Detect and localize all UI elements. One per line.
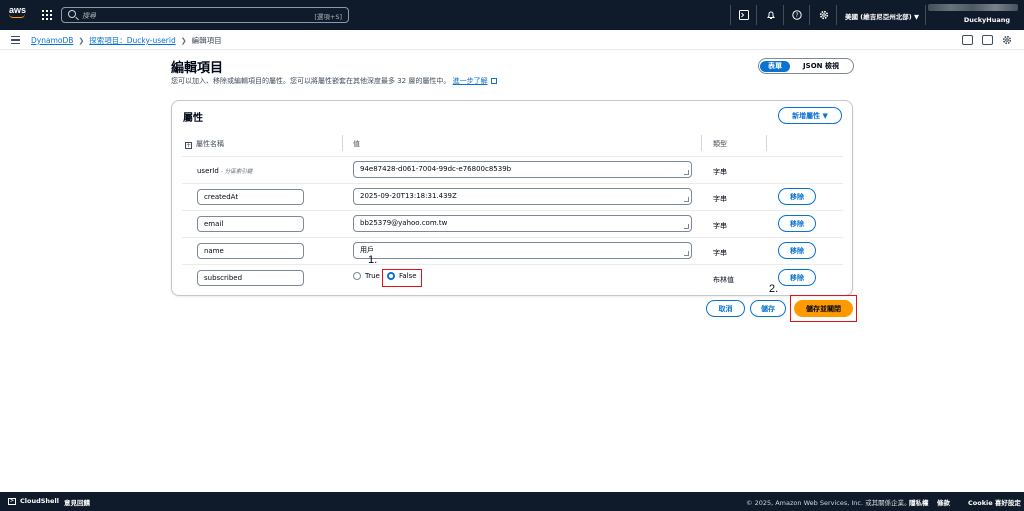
gear-icon[interactable] bbox=[818, 9, 829, 20]
add-attribute-label: 新增屬性 bbox=[792, 111, 821, 120]
remove-button[interactable]: 移除 bbox=[778, 269, 816, 286]
learn-more-link[interactable]: 進一步了解 bbox=[453, 77, 488, 85]
aws-logo[interactable]: aws bbox=[9, 6, 29, 23]
bell-icon[interactable] bbox=[765, 9, 776, 20]
column-type: 類型 bbox=[713, 140, 727, 148]
breadcrumb: DynamoDB ❯ 探索項目：Ducky-userid ❯ 編輯項目 bbox=[31, 35, 222, 46]
partition-key-hint: - 分區索引鍵 bbox=[221, 169, 253, 175]
table-header: + 屬性名稱 值 類型 bbox=[182, 131, 843, 157]
search-input[interactable]: 搜尋 [選項+S] bbox=[61, 7, 349, 23]
feedback-link[interactable]: 意見回饋 bbox=[64, 497, 90, 507]
cloudshell-icon[interactable] bbox=[738, 9, 749, 20]
page-description: 您可以加入、移除或編輯項目的屬性。您可以將屬性嵌套在其他深度最多 32 層的屬性… bbox=[171, 76, 497, 86]
remove-button[interactable]: 移除 bbox=[778, 215, 816, 232]
attributes-panel: 屬性 新增屬性 ▼ + 屬性名稱 值 類型 userId - 分區索引鍵 94e8… bbox=[171, 100, 853, 296]
region-selector[interactable]: 美國 (維吉尼亞州北部) ▼ bbox=[845, 11, 919, 21]
table-row: email bb25379@yahoo.com.tw 字串 移除 bbox=[182, 211, 843, 238]
privacy-link[interactable]: 隱私權 bbox=[909, 497, 929, 507]
attribute-name-input[interactable]: createdAt bbox=[197, 189, 304, 205]
remove-button[interactable]: 移除 bbox=[778, 242, 816, 259]
type-label: 布林值 bbox=[713, 276, 734, 284]
aws-logo-text: aws bbox=[9, 5, 27, 15]
view-toggle: 表單 JSON 檢視 bbox=[758, 58, 854, 74]
breadcrumb-bar: DynamoDB ❯ 探索項目：Ducky-userid ❯ 編輯項目 bbox=[0, 30, 1024, 50]
feedback-icon[interactable] bbox=[962, 35, 973, 45]
terminal-icon: > bbox=[8, 497, 16, 505]
breadcrumb-current: 編輯項目 bbox=[191, 36, 222, 45]
footer: > CloudShell 意見回饋 © 2025, Amazon Web Ser… bbox=[0, 492, 1024, 511]
search-placeholder: 搜尋 bbox=[82, 12, 96, 20]
save-button[interactable]: 儲存 bbox=[750, 300, 786, 317]
services-grid-icon[interactable] bbox=[42, 10, 52, 20]
breadcrumb-dynamodb[interactable]: DynamoDB bbox=[31, 36, 73, 45]
external-link-icon bbox=[490, 78, 497, 84]
account-username: DuckyHuang bbox=[963, 16, 1010, 24]
column-name: 屬性名稱 bbox=[196, 140, 224, 148]
table-row: userId - 分區索引鍵 94e87428-d061-7004-99dc-e… bbox=[182, 157, 843, 184]
add-attribute-button[interactable]: 新增屬性 ▼ bbox=[778, 107, 842, 124]
page-title: 編輯項目 bbox=[171, 61, 224, 76]
chevron-right-icon: ❯ bbox=[180, 36, 187, 45]
type-label: 字串 bbox=[713, 195, 727, 203]
copyright-text: © 2025, Amazon Web Services, Inc. 或其關係企業… bbox=[746, 499, 911, 507]
json-view-button[interactable]: JSON 檢視 bbox=[790, 61, 852, 71]
menu-icon[interactable] bbox=[11, 36, 20, 44]
form-view-button[interactable]: 表單 bbox=[760, 60, 790, 72]
search-icon bbox=[68, 10, 76, 18]
type-label: 字串 bbox=[713, 168, 727, 176]
attribute-key-static: userId - 分區索引鍵 bbox=[197, 167, 253, 175]
value-input[interactable]: 94e87428-d061-7004-99dc-e76800c8539b bbox=[353, 161, 692, 178]
attribute-name-input[interactable]: name bbox=[197, 243, 304, 259]
expand-all-icon[interactable]: + bbox=[185, 142, 192, 149]
radio-circle bbox=[353, 272, 361, 280]
radio-true[interactable]: True bbox=[353, 272, 380, 280]
notifications-panel-icon[interactable] bbox=[982, 35, 993, 45]
chevron-right-icon: ❯ bbox=[78, 36, 85, 45]
table-row: subscribed True False 布林值 移除 bbox=[182, 265, 843, 292]
save-and-close-button[interactable]: 儲存並關閉 bbox=[794, 300, 853, 317]
top-navigation-bar: aws 搜尋 [選項+S] ? 美國 (維吉尼亞州北部) ▼ DuckyHuan… bbox=[0, 0, 1024, 30]
cookie-preferences-link[interactable]: Cookie 喜好設定 bbox=[968, 497, 1021, 507]
cloudshell-button[interactable]: > CloudShell bbox=[8, 497, 59, 505]
settings-gear-icon[interactable] bbox=[1001, 34, 1012, 45]
account-menu[interactable]: DuckyHuang bbox=[920, 2, 1018, 28]
svg-text:?: ? bbox=[795, 12, 798, 19]
attribute-name-input[interactable]: email bbox=[197, 216, 304, 232]
help-icon[interactable]: ? bbox=[791, 9, 802, 20]
value-input[interactable]: 用戶 bbox=[353, 242, 692, 259]
panel-title: 屬性 bbox=[183, 113, 203, 124]
table-row: createdAt 2025-09-20T13:18:31.439Z 字串 移除 bbox=[182, 184, 843, 211]
redacted-account-id bbox=[928, 4, 1018, 11]
remove-button[interactable]: 移除 bbox=[778, 188, 816, 205]
description-text: 您可以加入、移除或編輯項目的屬性。您可以將屬性嵌套在其他深度最多 32 層的屬性… bbox=[171, 77, 451, 85]
highlight-box-false bbox=[382, 269, 422, 287]
breadcrumb-explore-items[interactable]: 探索項目：Ducky-userid bbox=[89, 35, 175, 46]
annotation-step-1: 1. bbox=[368, 254, 378, 266]
annotation-step-2: 2. bbox=[769, 283, 779, 295]
cancel-button[interactable]: 取消 bbox=[706, 300, 745, 317]
search-shortcut: [選項+S] bbox=[314, 13, 342, 21]
column-value: 值 bbox=[353, 140, 360, 148]
type-label: 字串 bbox=[713, 222, 727, 230]
value-input[interactable]: 2025-09-20T13:18:31.439Z bbox=[353, 188, 692, 205]
table-row: name 用戶 字串 移除 bbox=[182, 238, 843, 265]
value-input[interactable]: bb25379@yahoo.com.tw bbox=[353, 215, 692, 232]
attribute-name-input[interactable]: subscribed bbox=[197, 270, 304, 286]
type-label: 字串 bbox=[713, 249, 727, 257]
caret-down-icon: ▼ bbox=[822, 111, 828, 120]
terms-link[interactable]: 條款 bbox=[937, 497, 950, 507]
